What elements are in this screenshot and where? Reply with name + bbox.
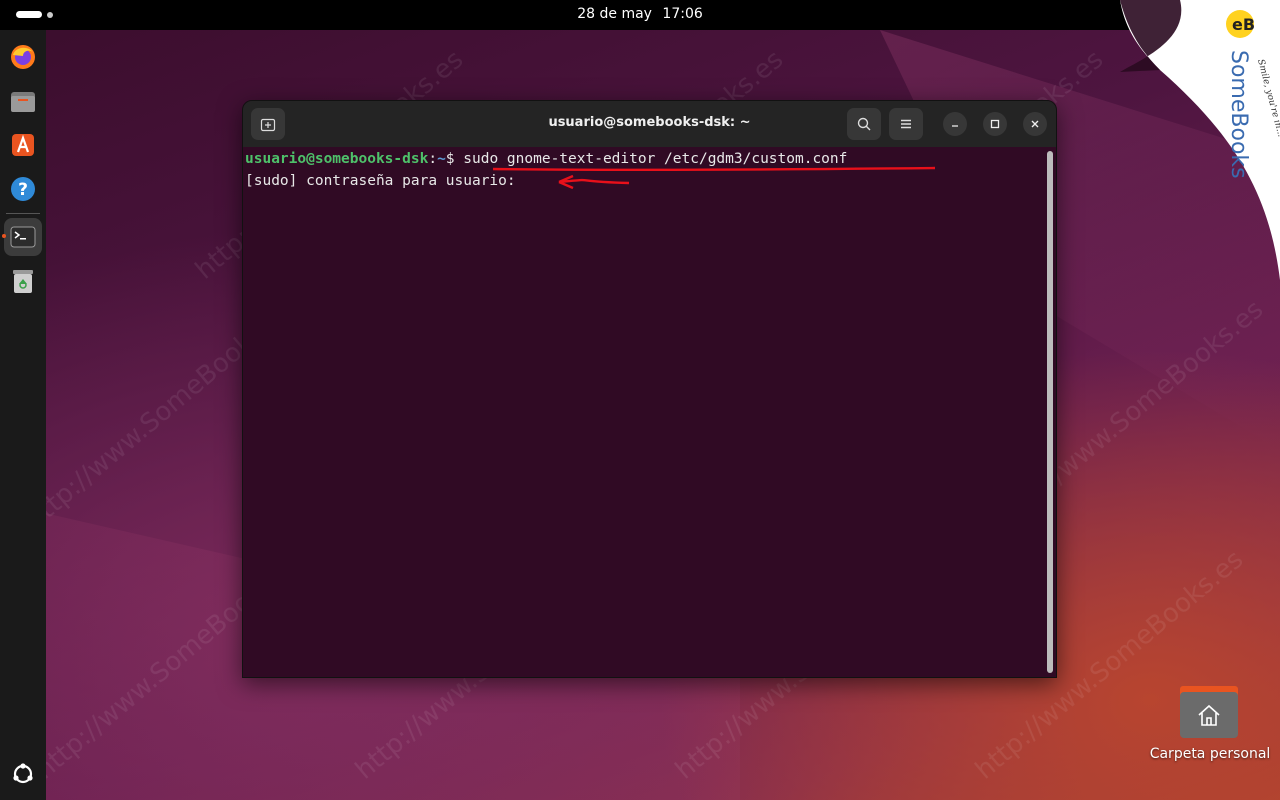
terminal-headerbar[interactable]: usuario@somebooks-dsk: ~ <box>243 101 1056 147</box>
home-folder-label[interactable]: Carpeta personal <box>1140 746 1280 762</box>
home-folder-icon[interactable] <box>1180 686 1238 738</box>
maximize-button[interactable] <box>983 112 1007 136</box>
minimize-icon <box>952 125 958 127</box>
search-button[interactable] <box>847 108 881 140</box>
somebooks-badge: eB SomeBooks Smile, you're in... <box>1120 0 1280 280</box>
annotation-overlay <box>492 166 936 190</box>
running-indicator <box>2 234 6 238</box>
badge-logo-letter: eB <box>1232 15 1255 34</box>
help-icon: ? <box>11 177 35 201</box>
dock-item-app-center[interactable] <box>4 126 42 164</box>
dock-item-help[interactable]: ? <box>4 170 42 208</box>
badge-brand: SomeBooks <box>1226 50 1251 179</box>
clock[interactable]: 28 de may 17:06 <box>0 6 1280 22</box>
dock: ? <box>0 30 46 800</box>
search-icon <box>857 117 871 131</box>
app-center-icon <box>12 134 34 156</box>
close-button[interactable] <box>1023 112 1047 136</box>
hamburger-menu-icon <box>901 119 911 129</box>
show-apps-icon <box>13 763 33 784</box>
close-icon <box>1031 120 1039 128</box>
terminal-scrollbar[interactable] <box>1047 151 1053 673</box>
dock-item-terminal[interactable] <box>2 218 42 256</box>
underline-annotation <box>492 166 936 172</box>
trash-icon <box>13 270 33 293</box>
show-apps-button[interactable] <box>4 755 42 793</box>
dock-separator <box>6 213 40 214</box>
terminal-output[interactable]: usuario@somebooks-dsk:~$ sudo gnome-text… <box>245 148 1042 677</box>
dock-item-files[interactable] <box>4 82 42 120</box>
window-title: usuario@somebooks-dsk: ~ <box>548 115 751 130</box>
dock-item-trash[interactable] <box>4 262 42 300</box>
maximize-icon <box>990 119 1000 129</box>
svg-text:?: ? <box>18 180 28 200</box>
firefox-icon <box>11 45 35 69</box>
top-bar: 28 de may 17:06 <box>0 0 1280 30</box>
arrow-annotation <box>558 174 630 190</box>
clock-time: 17:06 <box>662 6 703 22</box>
files-icon <box>11 92 35 112</box>
terminal-icon <box>10 226 36 248</box>
dock-item-firefox[interactable] <box>4 38 42 76</box>
clock-date: 28 de may <box>577 6 652 22</box>
terminal-window[interactable]: usuario@somebooks-dsk: ~ usuario@someboo… <box>242 100 1057 678</box>
minimize-button[interactable] <box>943 112 967 136</box>
menu-button[interactable] <box>889 108 923 140</box>
